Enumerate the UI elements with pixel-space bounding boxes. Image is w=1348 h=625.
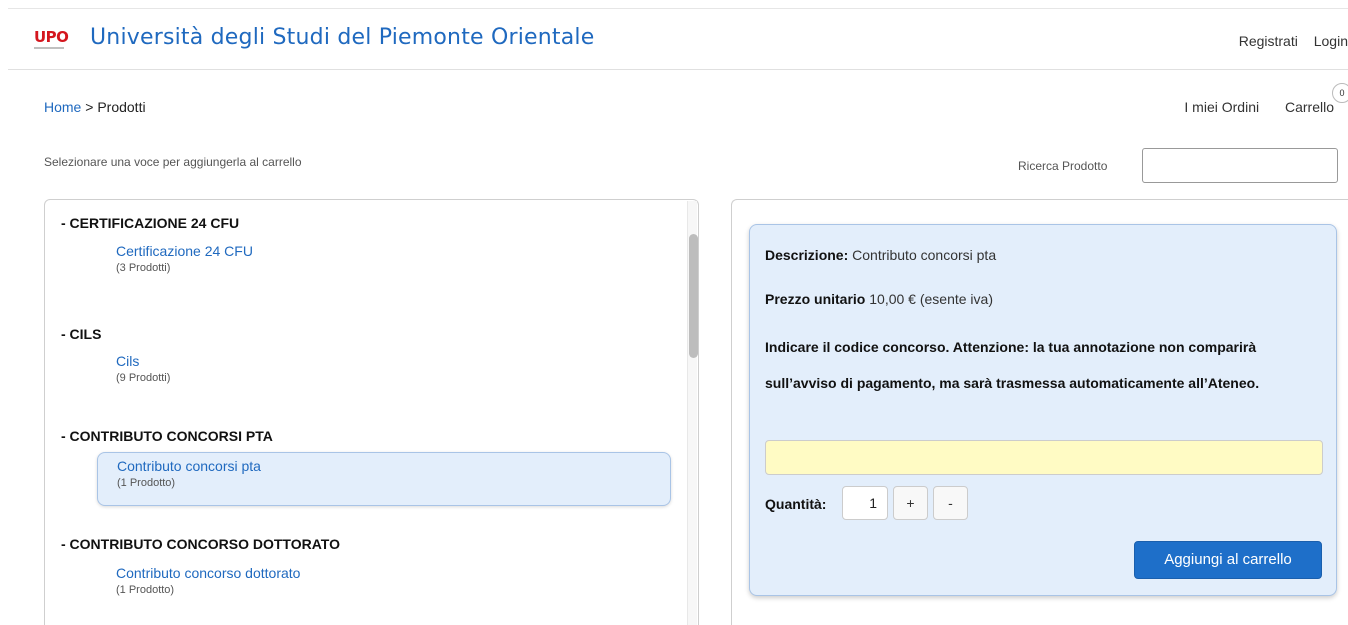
annotation-instructions: Indicare il codice concorso. Attenzione:… (765, 339, 1260, 391)
breadcrumb: Home > Prodotti (44, 99, 146, 115)
quantity-decrease-button[interactable]: - (933, 486, 968, 520)
logo-text: UPO (34, 28, 69, 46)
register-link[interactable]: Registrati (1239, 33, 1298, 49)
product-item-cils[interactable]: Cils (9 Prodotti) (97, 348, 671, 402)
product-name: Certificazione 24 CFU (116, 243, 253, 259)
breadcrumb-separator: > (81, 99, 98, 115)
description-label: Descrizione: (765, 247, 849, 263)
user-nav: I miei Ordini Carrello (1162, 99, 1334, 115)
product-count: (1 Prodotto) (117, 477, 176, 489)
logo-underline (34, 47, 64, 49)
site-title[interactable]: Università degli Studi del Piemonte Orie… (90, 25, 594, 50)
product-detail-card: Descrizione: Contributo concorsi pta Pre… (749, 224, 1337, 596)
top-header: UPO Università degli Studi del Piemonte … (8, 8, 1348, 70)
product-name: Contributo concorso dottorato (116, 565, 301, 581)
price-label: Prezzo unitario (765, 291, 866, 307)
cart-link[interactable]: Carrello (1285, 99, 1334, 115)
description-row: Descrizione: Contributo concorsi pta (765, 247, 996, 263)
contest-code-input[interactable] (765, 440, 1323, 475)
category-header: - CONTRIBUTO CONCORSI PTA (61, 428, 273, 444)
product-item-certificazione-24-cfu[interactable]: Certificazione 24 CFU (3 Prodotti) (97, 238, 671, 292)
breadcrumb-home-link[interactable]: Home (44, 99, 81, 115)
product-count: (3 Prodotti) (116, 262, 171, 274)
top-nav: Registrati Login (1227, 33, 1348, 49)
instructions-text: Selezionare una voce per aggiungerla al … (44, 155, 302, 169)
category-header: - CERTIFICAZIONE 24 CFU (61, 215, 240, 231)
product-name: Cils (116, 353, 140, 369)
category-header: - CILS (61, 326, 102, 342)
scrollbar-thumb[interactable] (689, 234, 698, 358)
product-name: Contributo concorsi pta (117, 458, 261, 474)
quantity-increase-button[interactable]: + (893, 486, 928, 520)
add-to-cart-button[interactable]: Aggiungi al carrello (1134, 541, 1322, 579)
product-count: (1 Prodotto) (116, 584, 175, 596)
search-label: Ricerca Prodotto (1018, 159, 1108, 173)
product-item-contributo-concorso-dottorato[interactable]: Contributo concorso dottorato (1 Prodott… (97, 560, 671, 614)
product-item-contributo-concorsi-pta[interactable]: Contributo concorsi pta (1 Prodotto) (97, 452, 671, 506)
product-count: (9 Prodotti) (116, 372, 171, 384)
cart-count-badge: 0 (1332, 83, 1348, 103)
my-orders-link[interactable]: I miei Ordini (1184, 99, 1259, 115)
quantity-label: Quantità: (765, 496, 827, 512)
login-link[interactable]: Login (1314, 33, 1348, 49)
price-row: Prezzo unitario 10,00 € (esente iva) (765, 291, 993, 307)
quantity-input[interactable]: 1 (842, 486, 888, 520)
product-list-panel: - CERTIFICAZIONE 24 CFU Certificazione 2… (44, 199, 699, 625)
description-value: Contributo concorsi pta (852, 247, 997, 263)
price-value: 10,00 € (esente iva) (869, 291, 993, 307)
product-search-input[interactable] (1142, 148, 1338, 183)
category-header: - CONTRIBUTO CONCORSO DOTTORATO (61, 536, 340, 552)
upo-logo[interactable]: UPO (34, 30, 79, 52)
breadcrumb-current: Prodotti (97, 99, 146, 115)
